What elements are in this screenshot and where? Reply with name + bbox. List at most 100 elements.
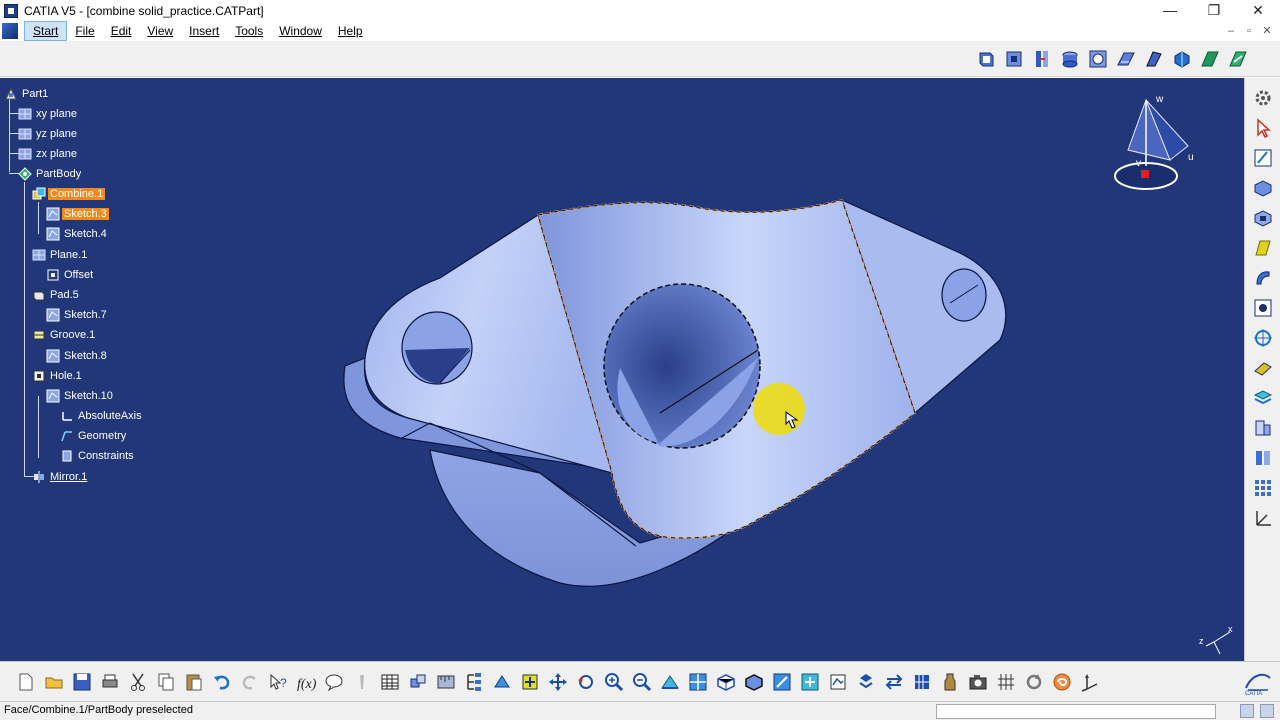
copy-icon[interactable]	[154, 670, 178, 694]
swirl-update-icon[interactable]	[1050, 670, 1074, 694]
menu-edit[interactable]: Edit	[103, 21, 140, 41]
tree-node-constraints[interactable]: Constraints	[60, 448, 136, 464]
tree-node-absolute-axis[interactable]: AbsoluteAxis	[60, 408, 144, 424]
tree-node-sketch-7[interactable]: Sketch.7	[46, 307, 109, 323]
formula-icon[interactable]: f(x)	[294, 670, 318, 694]
pan-icon[interactable]	[546, 670, 570, 694]
3d-viewport[interactable]: Part1 xy plane yz plane zx plane PartBod…	[0, 78, 1244, 661]
apply-texture-icon[interactable]	[910, 670, 934, 694]
groove-tool-icon[interactable]	[1058, 47, 1082, 71]
tree-node-groove-1[interactable]: Groove.1	[32, 327, 97, 343]
tree-node-sketch-8[interactable]: Sketch.8	[46, 348, 109, 364]
pocket-icon[interactable]	[1251, 206, 1275, 230]
document-icon[interactable]	[2, 23, 18, 39]
tree-node-pad-5[interactable]: Pad.5	[32, 287, 81, 303]
tree-node-combine-1[interactable]: Combine.1	[32, 186, 106, 202]
open-folder-icon[interactable]	[42, 670, 66, 694]
tree-node-partbody[interactable]: PartBody	[18, 166, 83, 182]
pocket-tool-icon[interactable]	[1002, 47, 1026, 71]
thickness-icon[interactable]	[1251, 446, 1275, 470]
redo-icon[interactable]	[238, 670, 262, 694]
tree-node-xy-plane[interactable]: xy plane	[18, 106, 79, 122]
pattern-icon[interactable]	[1251, 476, 1275, 500]
tree-node-part1[interactable]: Part1	[4, 86, 50, 102]
compass-widget[interactable]: w u v	[1108, 88, 1204, 196]
tree-node-zx-plane[interactable]: zx plane	[18, 146, 79, 162]
sketcher-icon[interactable]	[1251, 146, 1275, 170]
gear-icon[interactable]	[1251, 86, 1275, 110]
shading-edges-icon[interactable]	[742, 670, 766, 694]
pad-icon[interactable]	[1251, 176, 1275, 200]
print-icon[interactable]	[98, 670, 122, 694]
cut-icon[interactable]	[126, 670, 150, 694]
close-button[interactable]: ✕	[1236, 0, 1280, 21]
zoom-out-icon[interactable]	[630, 670, 654, 694]
tree-node-plane-1[interactable]: Plane.1	[32, 247, 89, 263]
tree-node-geometry[interactable]: Geometry	[60, 428, 128, 444]
iso-view-icon[interactable]	[714, 670, 738, 694]
apply-material-icon[interactable]	[462, 670, 486, 694]
fillet-icon[interactable]	[1251, 356, 1275, 380]
menu-window[interactable]: Window	[271, 21, 330, 41]
status-cancel-icon[interactable]	[1260, 704, 1274, 718]
multi-section-solid-icon[interactable]	[1198, 47, 1222, 71]
rib-tool-icon[interactable]	[1114, 47, 1138, 71]
fly-mode-icon[interactable]	[490, 670, 514, 694]
swap-space-icon[interactable]	[798, 670, 822, 694]
target-icon[interactable]	[1251, 326, 1275, 350]
axis-system-icon[interactable]	[1251, 506, 1275, 530]
tree-node-offset[interactable]: Offset	[46, 267, 95, 283]
compass-axis-icon[interactable]	[1078, 670, 1102, 694]
status-settings-icon[interactable]	[1240, 704, 1254, 718]
measure-icon[interactable]	[434, 670, 458, 694]
knowledge-icon[interactable]	[322, 670, 346, 694]
shaft-tool-icon[interactable]	[1030, 47, 1054, 71]
tree-node-sketch-4[interactable]: Sketch.4	[46, 226, 109, 242]
tree-node-sketch-10[interactable]: Sketch.10	[46, 388, 115, 404]
rotate-icon[interactable]	[574, 670, 598, 694]
tree-node-yz-plane[interactable]: yz plane	[18, 126, 79, 142]
catalog-browser-icon[interactable]	[406, 670, 430, 694]
doc-minimize-button[interactable]: –	[1222, 21, 1240, 41]
menu-start[interactable]: Start	[24, 21, 68, 41]
command-input[interactable]	[936, 704, 1216, 719]
fit-all-icon[interactable]	[518, 670, 542, 694]
tree-node-sketch-3[interactable]: Sketch.3	[46, 206, 109, 222]
paste-icon[interactable]	[182, 670, 206, 694]
removed-multi-section-icon[interactable]	[1226, 47, 1250, 71]
shell-icon[interactable]	[1251, 416, 1275, 440]
maximize-button[interactable]: ❐	[1192, 0, 1236, 21]
pad-tool-icon[interactable]	[974, 47, 998, 71]
hole-icon[interactable]	[1251, 296, 1275, 320]
zoom-in-icon[interactable]	[602, 670, 626, 694]
multi-view-icon[interactable]	[686, 670, 710, 694]
tree-node-hole-1[interactable]: Hole.1	[32, 368, 84, 384]
hide-show-icon[interactable]	[770, 670, 794, 694]
doc-restore-button[interactable]: ▫	[1240, 21, 1258, 41]
whats-this-help-icon[interactable]: ?	[266, 670, 290, 694]
slot-tool-icon[interactable]	[1142, 47, 1166, 71]
tree-node-mirror-1[interactable]: Mirror.1	[32, 469, 89, 485]
hidden-toggle-icon[interactable]	[350, 670, 374, 694]
analysis-icon[interactable]	[882, 670, 906, 694]
undo-icon[interactable]	[210, 670, 234, 694]
menu-view[interactable]: View	[139, 21, 181, 41]
doc-close-button[interactable]: ✕	[1258, 21, 1276, 41]
refresh-icon[interactable]	[1022, 670, 1046, 694]
minimize-button[interactable]: —	[1148, 0, 1192, 21]
hole-tool-icon[interactable]	[1086, 47, 1110, 71]
rib-icon[interactable]	[1251, 266, 1275, 290]
part-geometry[interactable]	[0, 78, 1244, 661]
normal-view-icon[interactable]	[658, 670, 682, 694]
image-capture-icon[interactable]	[826, 670, 850, 694]
vertical-bars-icon[interactable]	[994, 670, 1018, 694]
menu-help[interactable]: Help	[330, 21, 371, 41]
menu-file[interactable]: File	[67, 21, 102, 41]
stiffener-tool-icon[interactable]	[1170, 47, 1194, 71]
menu-tools[interactable]: Tools	[227, 21, 271, 41]
camera-icon[interactable]	[966, 670, 990, 694]
new-file-icon[interactable]	[14, 670, 38, 694]
draft-icon[interactable]	[1251, 386, 1275, 410]
table-icon[interactable]	[378, 670, 402, 694]
menu-insert[interactable]: Insert	[181, 21, 227, 41]
